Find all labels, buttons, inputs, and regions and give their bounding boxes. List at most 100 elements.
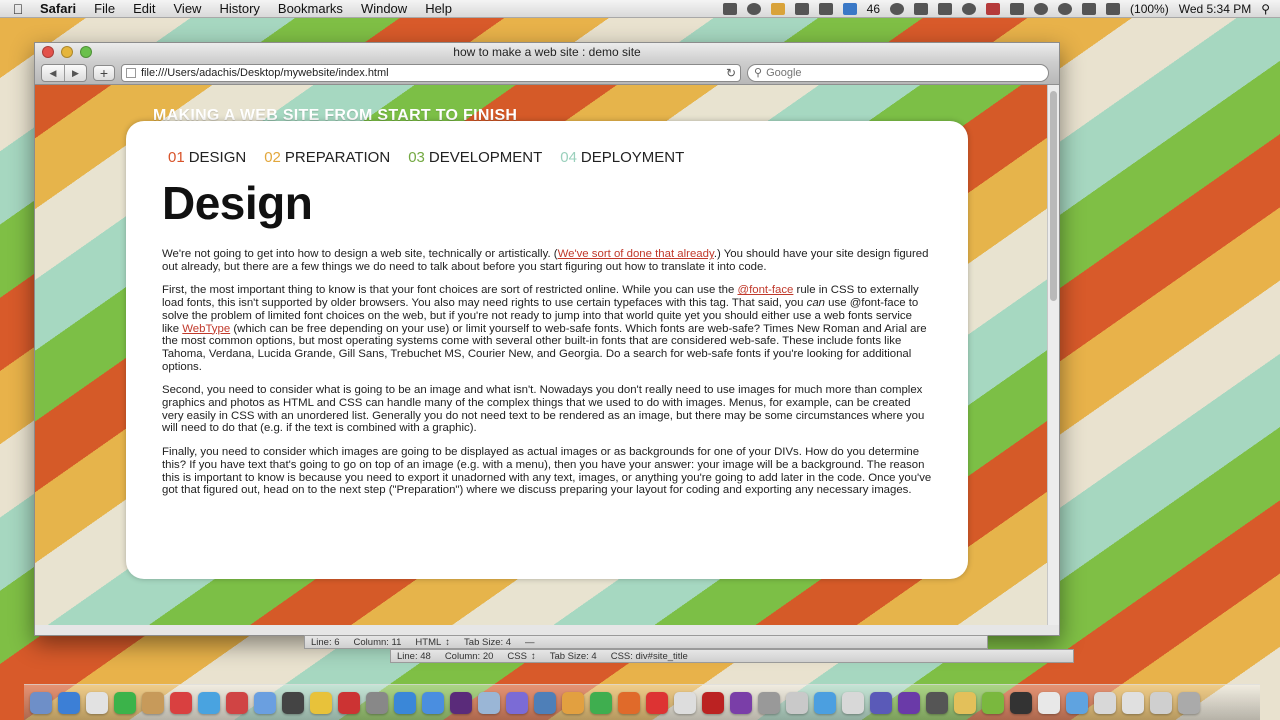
network-icon[interactable] [478,691,500,714]
font-face-link[interactable]: @font-face [738,284,794,296]
close-button[interactable] [42,46,54,58]
clock[interactable]: Wed 5:34 PM [1179,2,1251,16]
sync-icon[interactable] [890,2,905,15]
apple-icon[interactable]:  [0,1,36,17]
menu-history[interactable]: History [210,1,268,16]
vertical-scrollbar[interactable] [1047,85,1059,625]
language-label: HTML [415,636,442,648]
tab-size-select[interactable]: Tab Size: 4 [464,637,511,648]
menu-bar:  Safari File Edit View History Bookmark… [0,0,1280,18]
package-icon[interactable] [142,691,164,714]
search-field[interactable]: ⚲ [747,63,1049,82]
symbol-select[interactable]: — [525,637,535,648]
volume-icon[interactable] [1082,2,1097,15]
downloads-folder-icon[interactable] [1122,691,1144,714]
stack-icon[interactable] [1150,691,1172,714]
chat-icon[interactable] [746,2,761,15]
documents-folder-icon[interactable] [1094,691,1116,714]
aperture-icon[interactable] [898,691,920,714]
editor-icon[interactable] [394,691,416,714]
download-icon[interactable] [770,2,785,15]
step-label: DEVELOPMENT [428,149,543,166]
menu-window[interactable]: Window [352,1,416,16]
terminal-icon[interactable] [450,691,472,714]
back-button[interactable]: ◀ [42,65,64,81]
dropbox-icon[interactable] [818,2,833,15]
install-icon[interactable] [562,691,584,714]
star-icon[interactable] [926,691,948,714]
menu-help[interactable]: Help [416,1,461,16]
preview-icon[interactable] [366,691,388,714]
video-icon[interactable] [722,2,737,15]
photo-booth-icon[interactable] [758,691,780,714]
add-bookmark-button[interactable]: + [93,64,115,81]
step-design[interactable]: 01 DESIGN [168,149,246,166]
facetime-icon[interactable] [254,691,276,714]
language-select[interactable]: CSS ↕ [507,651,535,662]
video-app-icon[interactable] [786,691,808,714]
app-store-icon[interactable] [814,691,836,714]
filezilla-icon[interactable] [702,691,724,714]
notes-icon[interactable] [794,2,809,15]
xcode-icon[interactable] [870,691,892,714]
step-development[interactable]: 03 DEVELOPMENT [408,149,542,166]
minimize-button[interactable] [61,46,73,58]
calendar-icon[interactable] [86,691,108,714]
symbol-select[interactable]: CSS: div#site_title [611,651,688,662]
address-bar[interactable]: file:///Users/adachis/Desktop/mywebsite/… [121,63,741,82]
activity-icon[interactable] [282,691,304,714]
cloud-icon[interactable] [842,691,864,714]
mail-count[interactable]: 46 [867,2,880,16]
caution-icon[interactable] [1010,691,1032,714]
itunes-icon[interactable] [422,691,444,714]
mail-icon[interactable] [842,2,857,15]
photoshop-icon[interactable] [730,691,752,714]
scrollbar-thumb[interactable] [1050,91,1057,301]
finder-icon[interactable] [30,691,52,714]
cpu-icon[interactable] [962,2,977,15]
firefox-icon[interactable] [618,691,640,714]
menu-view[interactable]: View [165,1,211,16]
zoom-button[interactable] [80,46,92,58]
reload-icon[interactable]: ↻ [726,66,736,80]
stickies-icon[interactable] [954,691,976,714]
step-preparation[interactable]: 02 PREPARATION [264,149,390,166]
display-icon[interactable] [1010,2,1025,15]
trash-icon[interactable] [1178,691,1200,714]
messages-icon[interactable] [590,691,612,714]
battery-icon[interactable] [1106,2,1121,15]
twitter-icon[interactable] [198,691,220,714]
language-select[interactable]: HTML ↕ [415,637,450,648]
tab-size-select[interactable]: Tab Size: 4 [550,651,597,662]
safari-icon[interactable] [58,691,80,714]
pdf-icon[interactable] [338,691,360,714]
window-titlebar[interactable]: how to make a web site : demo site [35,43,1059,61]
search-input[interactable] [766,66,1042,79]
news-icon[interactable] [170,691,192,714]
forward-button[interactable]: ▶ [64,64,86,81]
design-link[interactable]: We've sort of done that already [558,248,714,260]
gear-icon[interactable] [534,691,556,714]
menu-edit[interactable]: Edit [124,1,164,16]
opera-icon[interactable] [646,691,668,714]
url-text[interactable]: file:///Users/adachis/Desktop/mywebsite/… [141,67,726,79]
command-icon[interactable] [914,2,929,15]
notes-app-icon[interactable] [674,691,696,714]
app-icon[interactable] [938,2,953,15]
applications-folder-icon[interactable] [1066,691,1088,714]
webtype-link[interactable]: WebType [182,323,230,335]
cube-icon[interactable] [506,691,528,714]
menu-app-safari[interactable]: Safari [36,1,85,16]
downloads-icon[interactable] [114,691,136,714]
step-deployment[interactable]: 04 DEPLOYMENT [560,149,684,166]
money-icon[interactable] [982,691,1004,714]
menu-file[interactable]: File [85,1,124,16]
ticket-icon[interactable] [986,2,1001,15]
wifi-icon[interactable] [1058,2,1073,15]
textedit-icon[interactable] [1038,691,1060,714]
menu-bookmarks[interactable]: Bookmarks [269,1,352,16]
mail-send-icon[interactable] [226,691,248,714]
chrome-icon[interactable] [310,691,332,714]
spotlight-icon[interactable]: ⚲ [1261,2,1270,16]
time-machine-icon[interactable] [1034,2,1049,15]
